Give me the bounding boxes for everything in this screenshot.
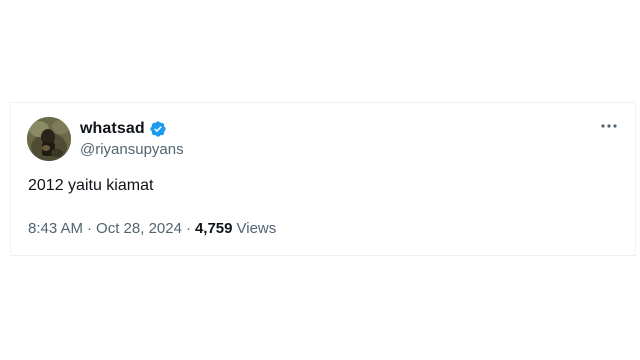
author-display-name[interactable]: whatsad [80, 120, 145, 138]
avatar-image [27, 117, 71, 161]
author-identity: whatsad @riyansupyans [80, 118, 184, 158]
name-row: whatsad [80, 118, 184, 140]
author-handle[interactable]: @riyansupyans [80, 141, 184, 158]
avatar[interactable] [27, 117, 71, 161]
views-count: 4,759 [194, 220, 233, 237]
tweet-card[interactable]: whatsad @riyansupyans 2012 yaitu kiamat … [10, 102, 636, 256]
more-options-icon[interactable] [599, 119, 619, 133]
meta-separator: · [185, 220, 191, 237]
page: whatsad @riyansupyans 2012 yaitu kiamat … [0, 0, 640, 360]
views-label: Views [236, 220, 277, 237]
tweet-metadata: 8:43 AM · Oct 28, 2024 · 4,759 Views [28, 220, 276, 237]
tweet-text: 2012 yaitu kiamat [28, 177, 154, 194]
meta-separator: · [87, 220, 93, 237]
tweet-time[interactable]: 8:43 AM [28, 220, 83, 237]
verified-badge-icon [149, 120, 167, 138]
tweet-date[interactable]: Oct 28, 2024 [96, 220, 182, 237]
